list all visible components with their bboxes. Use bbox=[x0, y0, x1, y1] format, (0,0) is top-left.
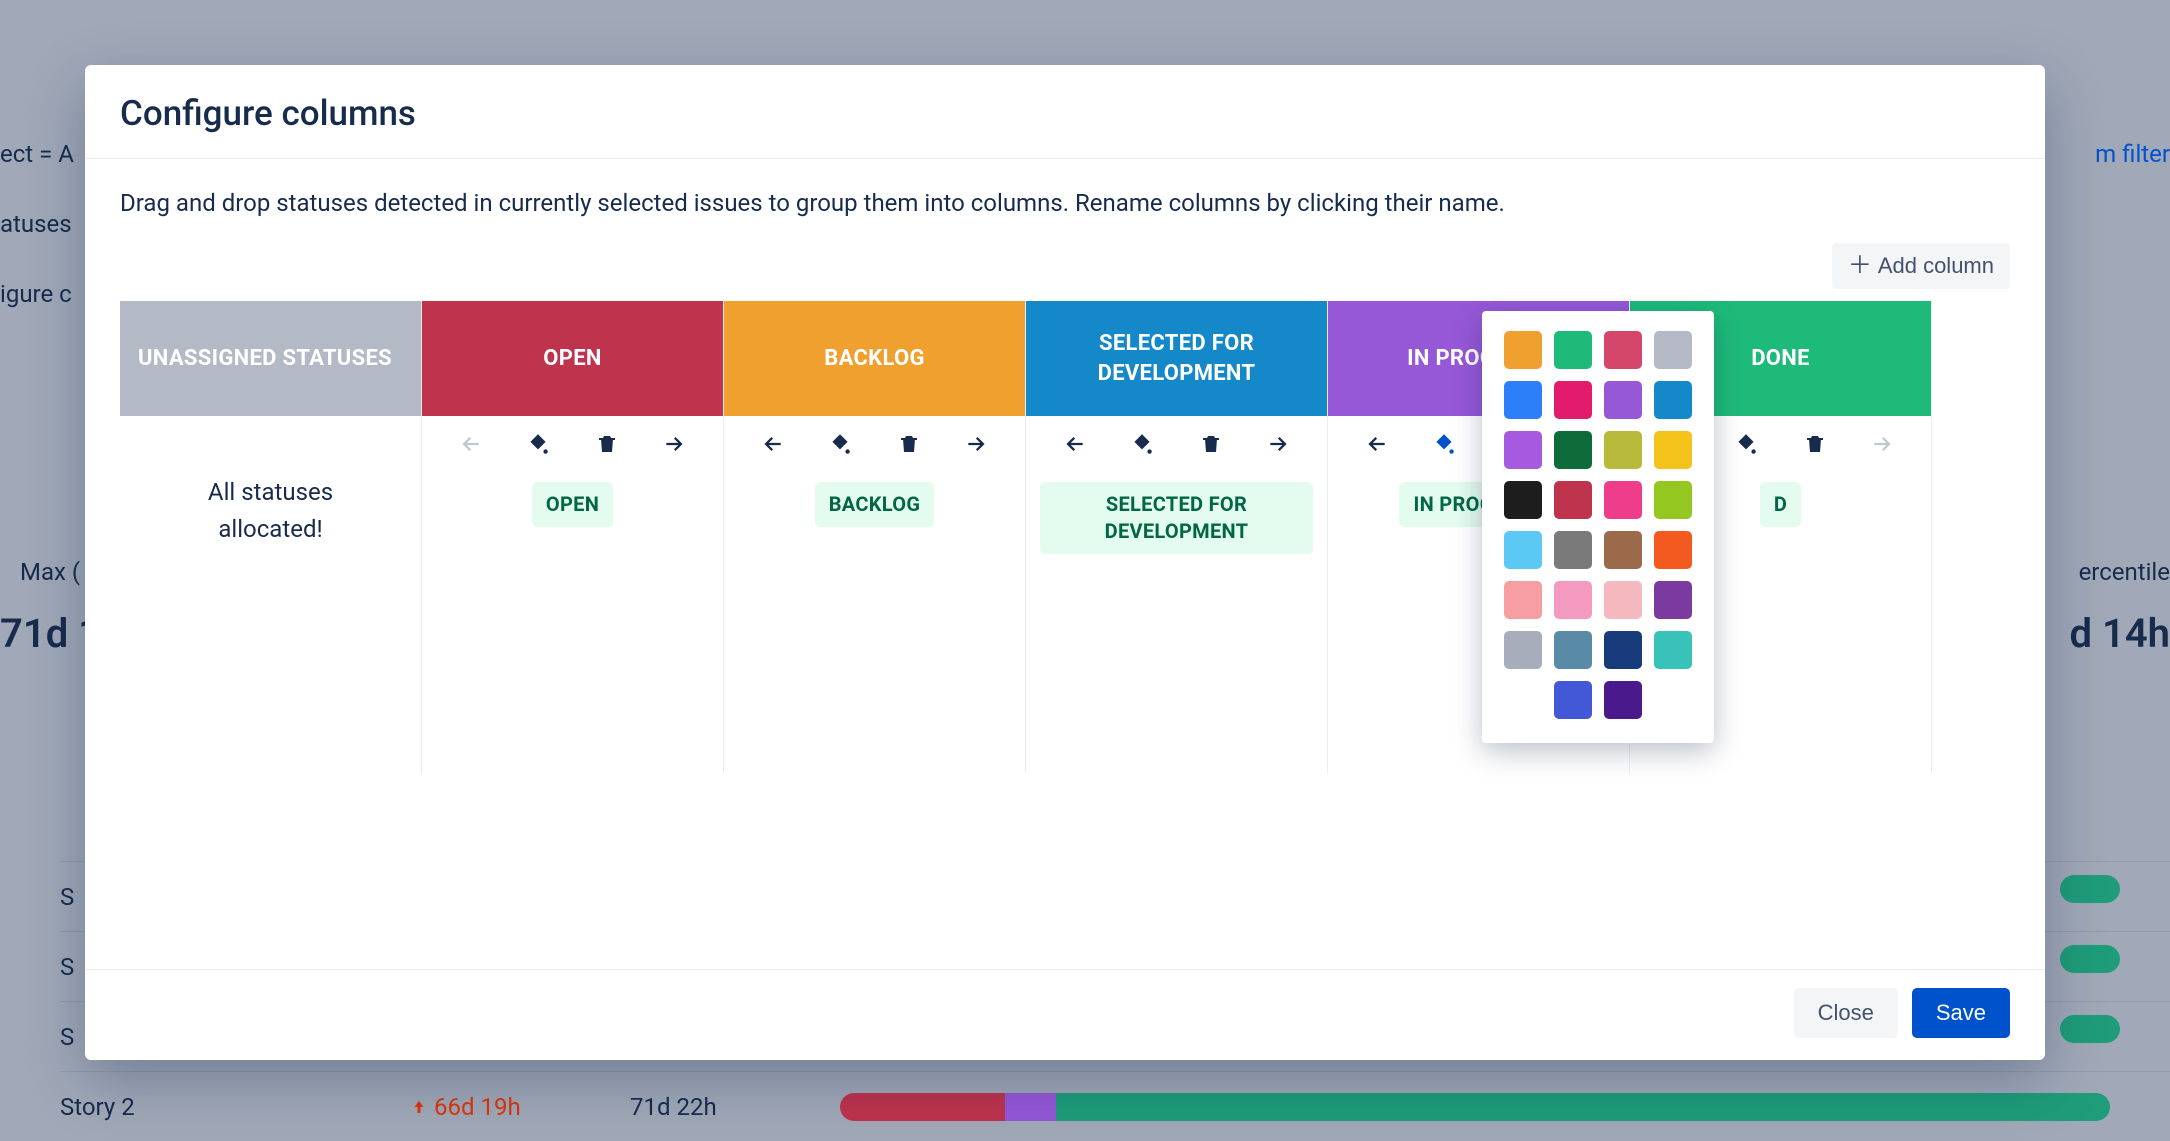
status-chip[interactable]: SELECTED FOR DEVELOPMENT bbox=[1040, 482, 1313, 554]
color-swatch[interactable] bbox=[1604, 331, 1642, 369]
bg-fragment-2: atuses bbox=[0, 210, 72, 238]
delete-icon[interactable] bbox=[1801, 430, 1829, 458]
add-column-label: Add column bbox=[1878, 253, 1994, 279]
move-right-icon[interactable] bbox=[963, 430, 991, 458]
dialog-footer: Close Save bbox=[85, 969, 2045, 1060]
color-swatch[interactable] bbox=[1604, 531, 1642, 569]
dialog-header: Configure columns bbox=[85, 65, 2045, 159]
color-swatch[interactable] bbox=[1604, 631, 1642, 669]
color-icon[interactable] bbox=[1128, 430, 1156, 458]
column-actions bbox=[422, 416, 723, 472]
color-swatch[interactable] bbox=[1504, 481, 1542, 519]
unassigned-message: All statuses allocated! bbox=[134, 426, 407, 548]
color-swatch[interactable] bbox=[1504, 631, 1542, 669]
color-swatch[interactable] bbox=[1654, 581, 1692, 619]
move-left-icon[interactable] bbox=[758, 430, 786, 458]
color-swatch[interactable] bbox=[1554, 481, 1592, 519]
color-icon[interactable] bbox=[1732, 430, 1760, 458]
delete-icon[interactable] bbox=[593, 430, 621, 458]
color-icon[interactable] bbox=[826, 430, 854, 458]
dialog-title: Configure columns bbox=[120, 93, 2010, 134]
plus-icon: ＋ bbox=[1848, 254, 1872, 278]
color-swatch[interactable] bbox=[1654, 531, 1692, 569]
bg-progress-pill bbox=[2060, 945, 2120, 973]
color-swatch[interactable] bbox=[1554, 681, 1592, 719]
color-swatch[interactable] bbox=[1654, 431, 1692, 469]
status-chip[interactable]: OPEN bbox=[532, 482, 613, 527]
color-swatch[interactable] bbox=[1604, 681, 1642, 719]
color-swatch[interactable] bbox=[1654, 331, 1692, 369]
move-right-icon bbox=[1869, 430, 1897, 458]
column-header[interactable]: OPEN bbox=[422, 301, 723, 416]
color-icon[interactable] bbox=[1430, 430, 1458, 458]
save-button[interactable]: Save bbox=[1912, 988, 2010, 1038]
color-swatch[interactable] bbox=[1654, 381, 1692, 419]
color-swatch[interactable] bbox=[1604, 381, 1642, 419]
color-icon[interactable] bbox=[524, 430, 552, 458]
color-picker-popover bbox=[1482, 311, 1714, 743]
color-swatch[interactable] bbox=[1504, 331, 1542, 369]
move-left-icon bbox=[456, 430, 484, 458]
delete-icon[interactable] bbox=[895, 430, 923, 458]
color-swatch[interactable] bbox=[1604, 581, 1642, 619]
color-swatch[interactable] bbox=[1504, 531, 1542, 569]
bg-progress-pill bbox=[2060, 875, 2120, 903]
move-right-icon[interactable] bbox=[1265, 430, 1293, 458]
column-backlog: BACKLOG BACKLOG bbox=[724, 301, 1026, 773]
column-open: OPEN OPEN bbox=[422, 301, 724, 773]
column-unassigned: UNASSIGNED STATUSESAll statuses allocate… bbox=[120, 301, 422, 773]
bg-right-link: m filter bbox=[2095, 140, 2170, 168]
column-body[interactable]: All statuses allocated! bbox=[120, 416, 421, 773]
column-header[interactable]: BACKLOG bbox=[724, 301, 1025, 416]
bg-story-bar bbox=[840, 1093, 2110, 1121]
column-selected: SELECTED FOR DEVELOPMENT SELECTED FOR DEV… bbox=[1026, 301, 1328, 773]
move-right-icon[interactable] bbox=[661, 430, 689, 458]
color-swatch[interactable] bbox=[1554, 581, 1592, 619]
column-actions bbox=[1026, 416, 1327, 472]
bg-story-dur1: 66d 19h bbox=[410, 1093, 580, 1121]
move-left-icon[interactable] bbox=[1060, 430, 1088, 458]
color-swatch[interactable] bbox=[1604, 431, 1642, 469]
configure-columns-dialog: Configure columns Drag and drop statuses… bbox=[85, 65, 2045, 1060]
bg-metric-right-value: d 14h bbox=[2070, 610, 2170, 657]
color-swatch[interactable] bbox=[1504, 431, 1542, 469]
color-swatch[interactable] bbox=[1554, 431, 1592, 469]
column-body[interactable]: SELECTED FOR DEVELOPMENT bbox=[1026, 472, 1327, 773]
move-left-icon[interactable] bbox=[1362, 430, 1390, 458]
close-button[interactable]: Close bbox=[1794, 988, 1898, 1038]
column-header: UNASSIGNED STATUSES bbox=[120, 301, 421, 416]
color-swatch[interactable] bbox=[1554, 381, 1592, 419]
instructions-text: Drag and drop statuses detected in curre… bbox=[85, 189, 2045, 243]
color-swatch[interactable] bbox=[1604, 481, 1642, 519]
delete-icon[interactable] bbox=[1197, 430, 1225, 458]
color-swatch[interactable] bbox=[1504, 581, 1542, 619]
color-swatch[interactable] bbox=[1504, 381, 1542, 419]
bg-metric-right-label: ercentile bbox=[2079, 558, 2170, 586]
status-chip[interactable]: D bbox=[1760, 482, 1801, 527]
dialog-body: Drag and drop statuses detected in curre… bbox=[85, 159, 2045, 969]
color-swatch[interactable] bbox=[1554, 631, 1592, 669]
color-swatch[interactable] bbox=[1654, 481, 1692, 519]
color-swatch[interactable] bbox=[1654, 631, 1692, 669]
columns-area: UNASSIGNED STATUSESAll statuses allocate… bbox=[85, 301, 2045, 773]
color-swatch[interactable] bbox=[1554, 531, 1592, 569]
bg-story-dur2: 71d 22h bbox=[630, 1093, 790, 1121]
bg-story-row: Story 2 66d 19h 71d 22h bbox=[60, 1071, 2170, 1141]
bg-progress-pill bbox=[2060, 1015, 2120, 1043]
column-actions bbox=[724, 416, 1025, 472]
column-body[interactable]: BACKLOG bbox=[724, 472, 1025, 773]
color-swatch[interactable] bbox=[1554, 331, 1592, 369]
bg-fragment-3: igure c bbox=[0, 280, 72, 308]
bg-fragment-1: ect = A bbox=[0, 140, 74, 168]
bg-metric-left-label: Max ( bbox=[20, 558, 80, 586]
column-body[interactable]: OPEN bbox=[422, 472, 723, 773]
bg-story-name: Story 2 bbox=[60, 1093, 360, 1121]
column-header[interactable]: SELECTED FOR DEVELOPMENT bbox=[1026, 301, 1327, 416]
bg-story-dur1-text: 66d 19h bbox=[434, 1093, 521, 1121]
add-column-button[interactable]: ＋ Add column bbox=[1832, 243, 2010, 289]
status-chip[interactable]: BACKLOG bbox=[815, 482, 935, 527]
